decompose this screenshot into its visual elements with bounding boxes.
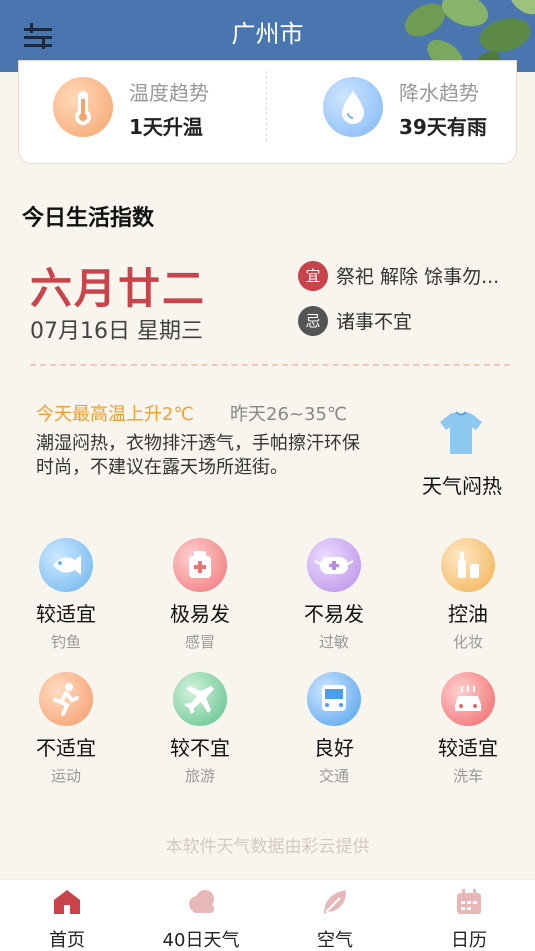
index-name: 过敏 — [318, 633, 349, 651]
calendar-icon — [457, 889, 481, 914]
home-icon — [54, 890, 80, 914]
nav-home[interactable]: 首页 — [12, 886, 122, 951]
nav-40day[interactable]: 40日天气 — [146, 886, 256, 951]
index-name: 钓鱼 — [50, 633, 81, 651]
medkit-icon — [173, 538, 227, 592]
temp-rise-text: 今天最高温上升2℃ — [36, 404, 194, 425]
temperature-trend-value: 1天升温 — [129, 115, 203, 139]
index-level: 控油 — [448, 602, 488, 626]
index-name: 化妆 — [452, 633, 483, 651]
nav-calendar[interactable]: 日历 — [414, 886, 524, 951]
divider — [266, 71, 267, 141]
ji-badge: 忌 — [298, 306, 328, 336]
nav-label: 空气 — [317, 930, 353, 951]
weather-condition: 天气闷热 — [422, 474, 502, 498]
index-name: 旅游 — [184, 767, 215, 785]
index-cold[interactable]: 极易发 感冒 — [150, 538, 250, 652]
yi-badge: 宜 — [298, 261, 328, 291]
precipitation-trend-value: 39天有雨 — [399, 115, 487, 139]
weather-advice: 潮湿闷热，衣物排汗透气，手帕擦汗环保时尚，不建议在露天场所逛街。 — [36, 433, 360, 478]
yesterday-temp: 昨天26~35℃ — [230, 404, 348, 425]
data-source-note: 本软件天气数据由彩云提供 — [165, 837, 370, 857]
mask-icon — [307, 538, 361, 592]
water-drop-icon — [323, 77, 383, 137]
city-title[interactable]: 广州市 — [0, 14, 535, 49]
yi-text: 祭祀 解除 馀事勿... — [336, 266, 500, 288]
index-level: 不适宜 — [36, 736, 96, 760]
ji-text: 诸事不宜 — [336, 311, 413, 333]
gregorian-date: 07月16日 星期三 — [30, 319, 203, 344]
thermometer-icon — [53, 77, 113, 137]
t-shirt-icon — [440, 411, 482, 454]
nav-air[interactable]: 空气 — [280, 886, 390, 951]
index-level: 极易发 — [170, 602, 230, 626]
running-icon — [39, 672, 93, 726]
index-level: 不易发 — [304, 602, 364, 626]
index-name: 运动 — [50, 767, 81, 785]
nav-label: 40日天气 — [162, 930, 240, 951]
precipitation-trend-title: 降水趋势 — [399, 81, 479, 105]
nav-label: 日历 — [451, 930, 487, 951]
section-title: 今日生活指数 — [22, 206, 155, 231]
fish-icon — [39, 538, 93, 592]
cloud-icon — [189, 890, 214, 913]
bottom-nav: 首页 40日天气 空气 日历 — [0, 879, 535, 951]
temperature-trend-title: 温度趋势 — [129, 81, 209, 105]
index-level: 较适宜 — [36, 602, 96, 626]
leaf-icon — [324, 890, 346, 914]
index-traffic[interactable]: 良好 交通 — [284, 672, 384, 786]
index-level: 良好 — [314, 736, 354, 760]
index-name: 交通 — [318, 767, 349, 785]
index-allergy[interactable]: 不易发 过敏 — [284, 538, 384, 652]
index-sports[interactable]: 不适宜 运动 — [16, 672, 116, 786]
index-name: 感冒 — [184, 633, 215, 651]
index-fishing[interactable]: 较适宜 钓鱼 — [16, 538, 116, 652]
dashed-divider — [30, 364, 510, 366]
index-makeup[interactable]: 控油 化妆 — [418, 538, 518, 652]
airplane-icon — [173, 672, 227, 726]
lunar-date: 六月廿二 — [30, 264, 207, 313]
cosmetics-icon — [441, 538, 495, 592]
index-name: 洗车 — [452, 767, 483, 785]
trend-card: 温度趋势 1天升温 降水趋势 39天有雨 — [18, 60, 517, 164]
index-travel[interactable]: 较不宜 旅游 — [150, 672, 250, 786]
index-level: 较适宜 — [438, 736, 498, 760]
bus-icon — [307, 672, 361, 726]
index-car-wash[interactable]: 较适宜 洗车 — [418, 672, 518, 786]
index-level: 较不宜 — [170, 736, 230, 760]
car-wash-icon — [441, 672, 495, 726]
nav-label: 首页 — [49, 930, 85, 951]
